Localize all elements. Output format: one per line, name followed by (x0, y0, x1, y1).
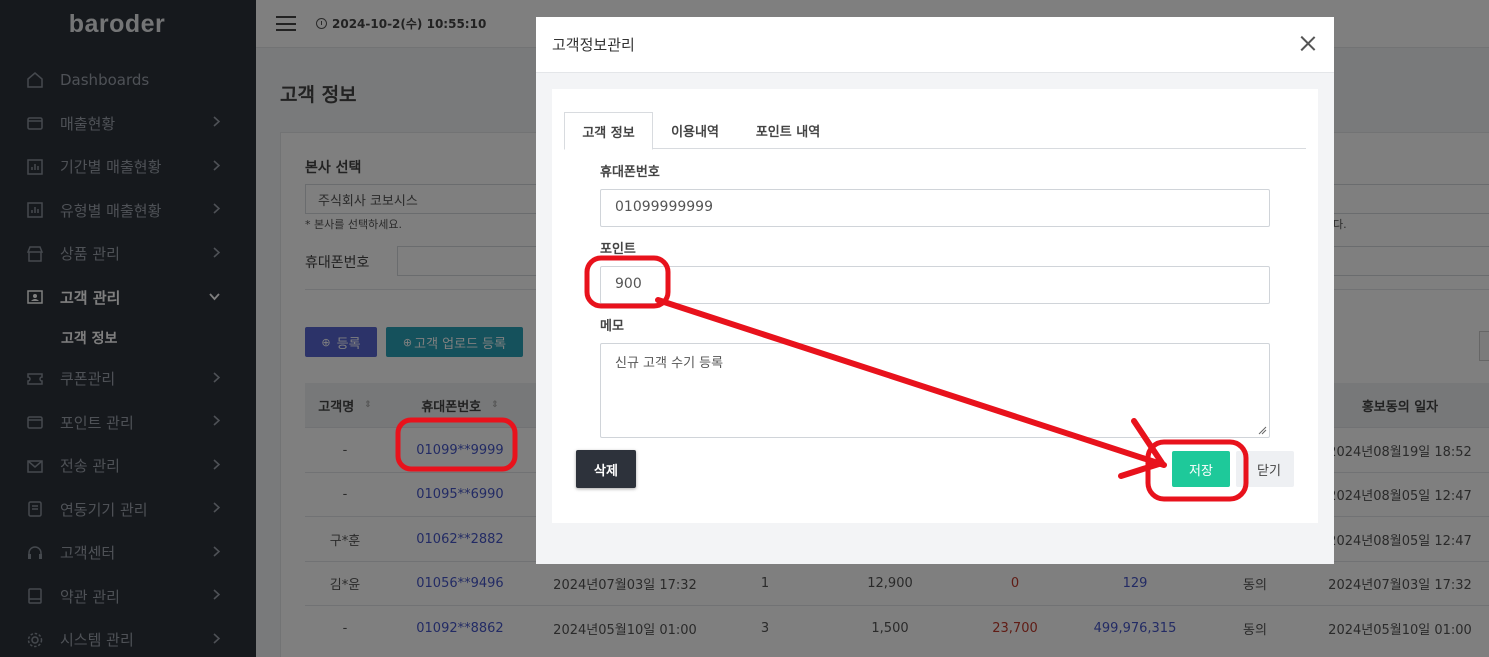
modal-panel: 고객 정보 이용내역 포인트 내역 휴대폰번호 01099999999 포인트 … (552, 89, 1318, 523)
tab-usage-history[interactable]: 이용내역 (658, 112, 732, 149)
modal-tabs: 고객 정보 이용내역 포인트 내역 (564, 112, 1306, 150)
tab-point-history[interactable]: 포인트 내역 (744, 112, 832, 149)
modal-body: 고객 정보 이용내역 포인트 내역 휴대폰번호 01099999999 포인트 … (536, 73, 1334, 564)
tab-customer-info[interactable]: 고객 정보 (564, 112, 653, 150)
modal-phone-label: 휴대폰번호 (600, 165, 660, 180)
delete-button[interactable]: 삭제 (576, 450, 636, 488)
close-button[interactable]: 닫기 (1236, 451, 1294, 487)
modal-point-input[interactable]: 900 (600, 266, 1270, 304)
modal-title: 고객정보관리 (536, 17, 1334, 73)
modal-memo-textarea[interactable]: 신규 고객 수기 등록 (600, 343, 1270, 438)
modal-point-label: 포인트 (600, 242, 636, 257)
memo-text: 신규 고객 수기 등록 (615, 356, 724, 371)
modal-memo-label: 메모 (600, 319, 624, 334)
close-button-label: 닫기 (1257, 463, 1281, 479)
close-icon[interactable] (1296, 32, 1320, 56)
customer-modal: 고객정보관리 고객 정보 이용내역 포인트 내역 휴대폰번호 010999999… (536, 17, 1334, 564)
save-button[interactable]: 저장 (1172, 451, 1230, 487)
modal-phone-input[interactable]: 01099999999 (600, 189, 1270, 227)
resize-handle-icon[interactable] (1258, 426, 1267, 435)
